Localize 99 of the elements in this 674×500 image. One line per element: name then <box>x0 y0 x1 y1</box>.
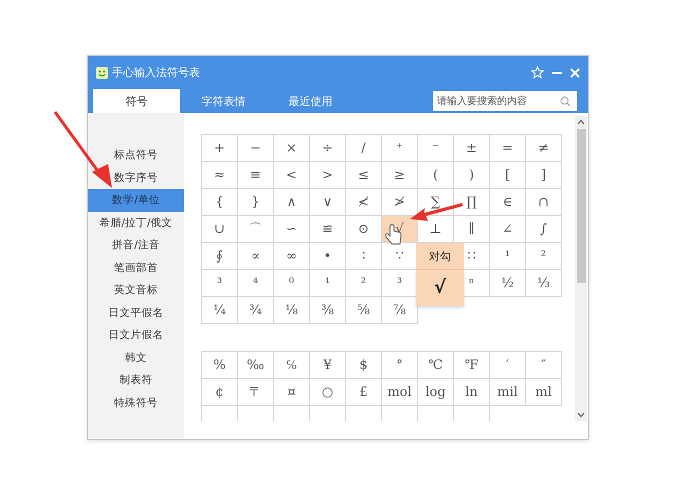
symbol-cell[interactable]: ⅓ <box>526 270 562 297</box>
symbol-cell[interactable]: ⁰ <box>274 270 310 297</box>
category-item[interactable]: 韩文 <box>88 346 184 369</box>
symbol-cell[interactable]: ○ <box>310 379 346 406</box>
symbol-cell[interactable]: ∫ <box>526 216 562 243</box>
symbol-cell[interactable]: ⅜ <box>310 297 346 324</box>
category-item[interactable]: 特殊符号 <box>88 392 184 414</box>
symbol-cell[interactable]: log <box>418 379 454 406</box>
symbol-cell[interactable]: / <box>346 135 382 162</box>
symbol-cell[interactable]: ℅ <box>274 352 310 379</box>
smiley-icon <box>96 66 108 78</box>
symbol-cell[interactable]: ∪ <box>202 216 238 243</box>
category-item[interactable]: 希腊/拉丁/俄文 <box>88 212 184 234</box>
symbol-cell[interactable]: ‰ <box>238 352 274 379</box>
symbol-cell[interactable]: − <box>238 135 274 162</box>
symbol-cell[interactable]: ℉ <box>454 352 490 379</box>
symbol-cell[interactable]: ≮ <box>346 189 382 216</box>
window-title: 手心输入法符号表 <box>112 65 200 80</box>
symbol-cell[interactable]: ln <box>454 379 490 406</box>
symbol-cell[interactable]: ¼ <box>202 297 238 324</box>
scroll-thumb[interactable] <box>576 129 586 283</box>
symbol-cell[interactable]: ″ <box>526 352 562 379</box>
symbol-cell[interactable]: ∽ <box>274 216 310 243</box>
symbol-cell[interactable]: ∶ <box>346 243 382 270</box>
category-item[interactable]: 英文音标 <box>88 279 184 302</box>
symbol-cell[interactable]: ∈ <box>490 189 526 216</box>
close-icon[interactable] <box>570 68 580 78</box>
search-icon[interactable] <box>560 96 571 106</box>
symbol-cell[interactable]: $ <box>346 352 382 379</box>
symbol-cell[interactable]: ( <box>418 162 454 189</box>
symbol-cell[interactable]: ⁺ <box>382 135 418 162</box>
symbol-cell[interactable]: } <box>238 189 274 216</box>
symbol-cell[interactable]: ≡ <box>238 162 274 189</box>
symbol-cell[interactable]: ≈ <box>202 162 238 189</box>
symbol-cell[interactable]: ⌒ <box>238 216 274 243</box>
symbol-cell[interactable]: ≌ <box>310 216 346 243</box>
symbol-cell[interactable]: ¹ <box>490 243 526 270</box>
symbol-cell[interactable]: ml <box>526 379 562 406</box>
symbol-cell[interactable]: ≠ <box>526 135 562 162</box>
symbol-cell[interactable]: ∠ <box>490 216 526 243</box>
category-item[interactable]: 数学/单位 <box>88 189 184 212</box>
symbol-cell[interactable]: ³ <box>202 270 238 297</box>
category-item[interactable]: 标点符号 <box>88 144 184 166</box>
symbol-cell[interactable]: ≥ <box>382 162 418 189</box>
scroll-up-icon[interactable] <box>577 119 585 125</box>
symbol-cell[interactable]: ⅛ <box>274 297 310 324</box>
symbol-cell[interactable]: ÷ <box>310 135 346 162</box>
category-item[interactable]: 日文片假名 <box>88 324 184 346</box>
scroll-down-icon[interactable] <box>577 412 585 418</box>
symbol-cell[interactable]: ± <box>454 135 490 162</box>
pin-icon[interactable] <box>531 66 544 79</box>
search-field[interactable]: 请输入要搜索的内容 <box>433 91 577 111</box>
symbol-cell[interactable]: ² <box>526 243 562 270</box>
tab[interactable]: 符号 <box>93 89 180 113</box>
symbol-cell[interactable]: = <box>490 135 526 162</box>
symbol-cell[interactable]: ∞ <box>274 243 310 270</box>
symbol-cell[interactable]: ¥ <box>310 352 346 379</box>
symbol-cell[interactable]: • <box>310 243 346 270</box>
tooltip-label: 对勾 <box>416 243 464 270</box>
category-item[interactable]: 拼音/注音 <box>88 234 184 256</box>
symbol-cell[interactable]: < <box>274 162 310 189</box>
symbol-cell[interactable]: ) <box>454 162 490 189</box>
symbol-cell[interactable]: ] <box>526 162 562 189</box>
symbol-cell[interactable]: ∩ <box>526 189 562 216</box>
category-item[interactable]: 制表符 <box>88 369 184 392</box>
symbol-cell[interactable]: mil <box>490 379 526 406</box>
symbol-cell[interactable]: ° <box>382 352 418 379</box>
symbol-cell[interactable]: 〒 <box>238 379 274 406</box>
scrollbar[interactable] <box>575 116 587 421</box>
symbol-cell[interactable]: ∨ <box>310 189 346 216</box>
symbol-cell[interactable]: > <box>310 162 346 189</box>
symbol-cell[interactable]: [ <box>490 162 526 189</box>
symbol-cell[interactable]: + <box>202 135 238 162</box>
symbol-cell[interactable]: ¤ <box>274 379 310 406</box>
symbol-cell[interactable]: % <box>202 352 238 379</box>
symbol-cell[interactable]: ⅝ <box>346 297 382 324</box>
symbol-cell[interactable]: ≤ <box>346 162 382 189</box>
symbol-cell[interactable]: ¢ <box>202 379 238 406</box>
category-item[interactable]: 笔画部首 <box>88 256 184 279</box>
category-item[interactable]: 日文平假名 <box>88 302 184 324</box>
tooltip-symbol: √ <box>416 270 464 306</box>
symbol-cell[interactable]: { <box>202 189 238 216</box>
symbol-cell[interactable]: ⅞ <box>382 297 418 324</box>
symbol-cell[interactable]: ⁻ <box>418 135 454 162</box>
symbol-cell[interactable]: ² <box>346 270 382 297</box>
symbol-cell[interactable]: mol <box>382 379 418 406</box>
symbol-cell[interactable]: ∧ <box>274 189 310 216</box>
symbol-cell[interactable]: × <box>274 135 310 162</box>
symbol-cell[interactable]: ∮ <box>202 243 238 270</box>
symbol-cell[interactable]: ½ <box>490 270 526 297</box>
symbol-cell[interactable]: ¹ <box>310 270 346 297</box>
symbol-cell[interactable]: ′ <box>490 352 526 379</box>
symbol-cell[interactable]: ⁴ <box>238 270 274 297</box>
category-item[interactable]: 数字序号 <box>88 166 184 189</box>
symbol-cell[interactable]: ℃ <box>418 352 454 379</box>
symbol-cell[interactable]: ∝ <box>238 243 274 270</box>
symbol-cell[interactable]: £ <box>346 379 382 406</box>
symbol-cell[interactable]: ⁿ <box>454 270 490 297</box>
symbol-cell[interactable]: ¾ <box>238 297 274 324</box>
